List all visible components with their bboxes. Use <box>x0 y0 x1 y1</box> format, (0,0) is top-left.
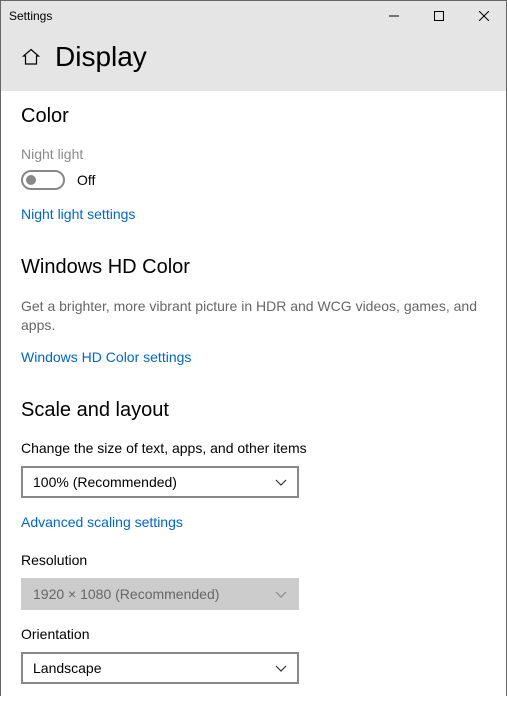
hdcolor-description: Get a brighter, more vibrant picture in … <box>21 297 486 335</box>
resolution-dropdown: 1920 × 1080 (Recommended) <box>21 578 299 610</box>
titlebar: Settings <box>1 1 506 31</box>
section-hdcolor-title: Windows HD Color <box>21 256 486 279</box>
resolution-label: Resolution <box>21 552 486 568</box>
night-light-toggle[interactable] <box>21 170 65 190</box>
chevron-down-icon <box>275 586 287 602</box>
window-title: Settings <box>9 9 52 23</box>
maximize-button[interactable] <box>416 1 461 31</box>
scale-size-value: 100% (Recommended) <box>33 474 177 490</box>
orientation-value: Landscape <box>33 660 102 676</box>
chevron-down-icon <box>275 474 287 490</box>
night-light-label: Night light <box>21 146 486 162</box>
titlebar-controls <box>371 1 506 31</box>
close-icon <box>479 11 489 21</box>
resolution-value: 1920 × 1080 (Recommended) <box>33 586 219 602</box>
night-light-state: Off <box>77 172 95 188</box>
toggle-knob <box>26 175 36 185</box>
scale-size-label: Change the size of text, apps, and other… <box>21 440 486 456</box>
section-scale-title: Scale and layout <box>21 399 486 422</box>
close-button[interactable] <box>461 1 506 31</box>
night-light-settings-link[interactable]: Night light settings <box>21 206 135 222</box>
scale-size-dropdown[interactable]: 100% (Recommended) <box>21 466 299 498</box>
advanced-scaling-link[interactable]: Advanced scaling settings <box>21 514 183 530</box>
chevron-down-icon <box>275 660 287 676</box>
night-light-toggle-row: Off <box>21 170 486 190</box>
maximize-icon <box>434 11 444 21</box>
minimize-button[interactable] <box>371 1 416 31</box>
orientation-label: Orientation <box>21 626 486 642</box>
page-title: Display <box>55 41 147 73</box>
home-icon[interactable] <box>21 47 41 67</box>
section-color-title: Color <box>21 105 486 128</box>
hdcolor-settings-link[interactable]: Windows HD Color settings <box>21 349 191 365</box>
orientation-dropdown[interactable]: Landscape <box>21 652 299 684</box>
minimize-icon <box>389 11 399 21</box>
page-header: Display <box>1 31 506 91</box>
content-area: Color Night light Off Night light settin… <box>1 91 506 720</box>
